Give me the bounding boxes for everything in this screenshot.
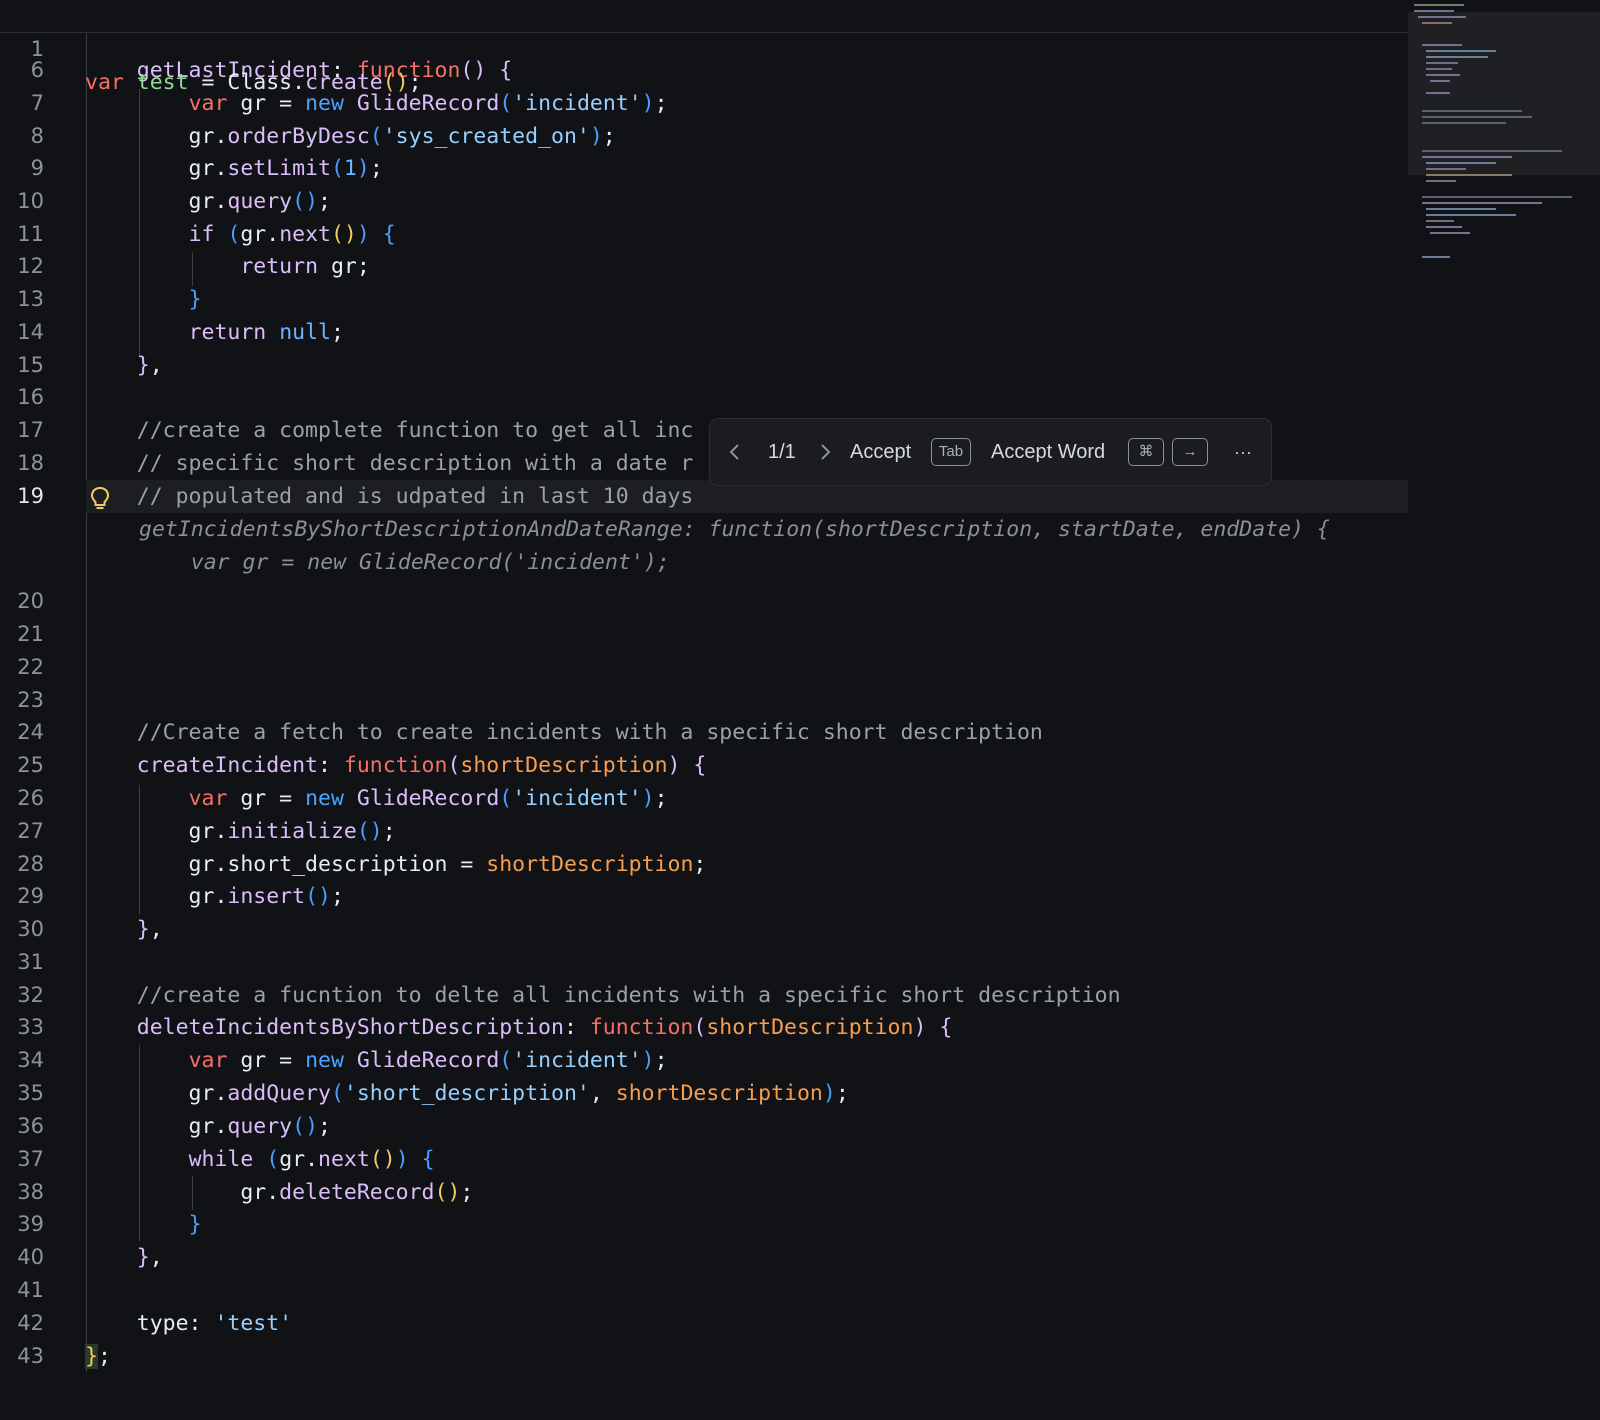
line-number: 43 (17, 1344, 44, 1368)
line-number: 30 (17, 917, 44, 941)
ghost-suggestion-line: getIncidentsByShortDescriptionAndDateRan… (139, 517, 1330, 542)
line-number: 27 (17, 819, 44, 843)
code-line: //create a fucntion to delte all inciden… (85, 983, 1121, 1008)
code-line: }, (136, 917, 163, 942)
line-number: 33 (17, 1015, 44, 1039)
sticky-code-line: var test = Class.create(); (85, 70, 422, 95)
ghost-suggestion-line: var gr = new GlideRecord('incident'); (139, 550, 670, 575)
line-number: 16 (17, 385, 44, 409)
line-number: 37 (17, 1147, 44, 1171)
code-line: //create a complete function to get all … (85, 418, 694, 443)
code-editor[interactable]: 1 var test = Class.create(); 5 6 getLast… (0, 0, 1408, 1420)
line-number: 19 (17, 484, 44, 508)
ellipsis-icon[interactable]: ··· (1234, 419, 1252, 485)
line-number: 20 (17, 589, 44, 613)
code-line: // specific short description with a dat… (85, 451, 694, 476)
line-number: 35 (17, 1081, 44, 1105)
command-key-hint: ⌘ (1128, 438, 1164, 466)
code-line: gr.initialize(); (85, 819, 396, 844)
line-number: 11 (17, 222, 44, 246)
tab-key-hint: Tab (931, 438, 971, 466)
line-number: 13 (17, 287, 44, 311)
line-number: 1 (30, 37, 44, 61)
minimap[interactable] (1408, 0, 1600, 1420)
code-line: while (gr.next()) { (188, 1147, 435, 1172)
code-line: gr.deleteRecord(); (85, 1180, 474, 1205)
line-number: 24 (17, 720, 44, 744)
accept-word-button[interactable]: Accept Word (991, 419, 1105, 485)
line-number: 29 (17, 884, 44, 908)
sticky-scroll-header[interactable]: 1 var test = Class.create(); (0, 0, 1408, 95)
code-line: gr.orderByDesc('sys_created_on'); (85, 124, 616, 149)
code-line: type: 'test' (85, 1311, 293, 1336)
line-number: 22 (17, 655, 44, 679)
line-number: 34 (17, 1048, 44, 1072)
line-number: 17 (17, 418, 44, 442)
code-line: } (188, 287, 202, 312)
code-line: //Create a fetch to create incidents wit… (85, 720, 1043, 745)
line-number: 41 (17, 1278, 44, 1302)
code-line: gr.query(); (85, 1114, 331, 1139)
code-line: var gr = new GlideRecord('incident'); (188, 786, 668, 811)
code-line: return gr; (240, 254, 370, 279)
code-line: deleteIncidentsByShortDescription: funct… (136, 1015, 953, 1040)
line-number: 15 (17, 353, 44, 377)
line-number: 10 (17, 189, 44, 213)
line-number: 32 (17, 983, 44, 1007)
code-line: return null; (188, 320, 344, 345)
code-line: }; (85, 1344, 111, 1369)
code-line: gr.addQuery('short_description', shortDe… (85, 1081, 849, 1106)
suggestion-counter: 1/1 (768, 441, 796, 463)
line-number: 40 (17, 1245, 44, 1269)
code-line: // populated and is udpated in last 10 d… (85, 484, 694, 509)
line-number: 42 (17, 1311, 44, 1335)
code-line: gr.short_description = shortDescription; (85, 852, 707, 877)
line-number: 26 (17, 786, 44, 810)
line-number: 38 (17, 1180, 44, 1204)
line-number: 12 (17, 254, 44, 278)
code-line: gr.setLimit(1); (85, 156, 383, 181)
chevron-left-icon[interactable] (728, 443, 742, 461)
accept-button[interactable]: Accept (850, 419, 911, 485)
code-line: gr.insert(); (85, 884, 344, 909)
code-line: }, (136, 1245, 163, 1270)
line-number: 18 (17, 451, 44, 475)
inline-suggestion-toolbar: 1/1 Accept Tab Accept Word ⌘ → ··· (709, 418, 1272, 486)
line-number: 25 (17, 753, 44, 777)
code-line: gr.query(); (85, 189, 331, 214)
chevron-right-icon[interactable] (818, 443, 832, 461)
code-line: } (188, 1212, 202, 1237)
line-number: 14 (17, 320, 44, 344)
code-line: }, (136, 353, 163, 378)
line-number: 28 (17, 852, 44, 876)
line-number: 9 (30, 156, 44, 180)
line-number: 36 (17, 1114, 44, 1138)
line-number: 23 (17, 688, 44, 712)
lightbulb-icon[interactable] (90, 486, 110, 512)
line-number: 21 (17, 622, 44, 646)
code-line: createIncident: function(shortDescriptio… (136, 753, 707, 778)
right-arrow-key-hint: → (1172, 438, 1208, 466)
code-line: if (gr.next()) { (188, 222, 396, 247)
code-line: var gr = new GlideRecord('incident'); (188, 1048, 668, 1073)
line-number: 31 (17, 950, 44, 974)
line-number: 39 (17, 1212, 44, 1236)
